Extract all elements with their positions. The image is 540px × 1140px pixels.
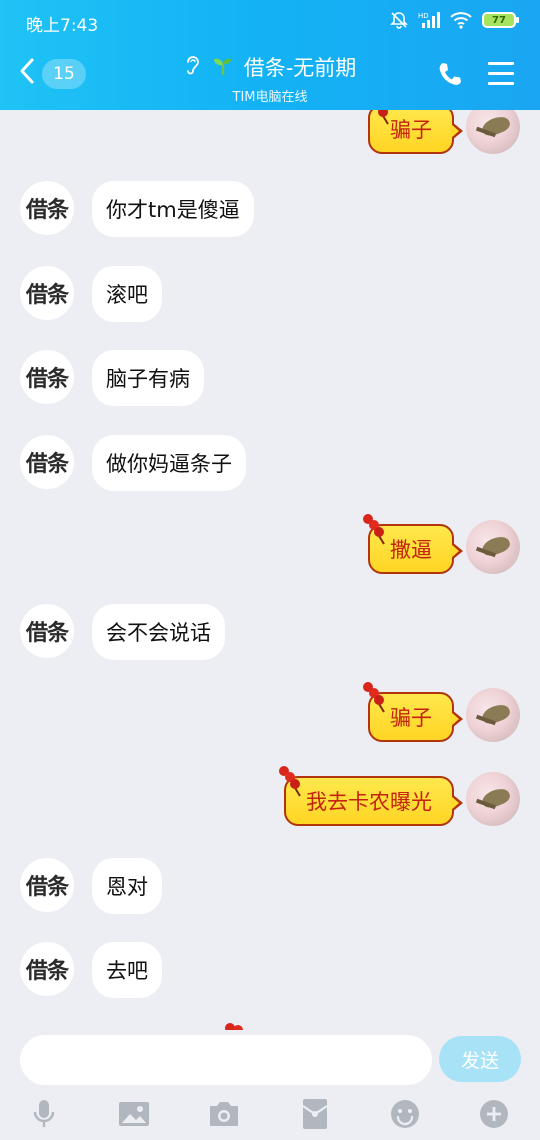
message-row-outgoing: 骗子 xyxy=(0,110,540,160)
image-icon[interactable] xyxy=(116,1096,152,1132)
candy-icon xyxy=(378,110,389,125)
message-list[interactable]: 骗子 借条 你才tm是傻逼 借条 滚吧 借条 脑子有病 借条 做你妈逼条子 撒逼… xyxy=(0,110,540,1030)
candy-icon xyxy=(279,766,301,797)
self-avatar[interactable] xyxy=(466,688,520,742)
mic-icon[interactable] xyxy=(26,1096,62,1132)
message-row-outgoing: 我去卡农曝光 xyxy=(0,766,540,832)
signal-icon: HD xyxy=(418,11,440,29)
self-avatar[interactable] xyxy=(466,520,520,574)
message-input[interactable] xyxy=(20,1035,432,1085)
menu-line xyxy=(488,82,514,85)
message-bubble-incoming[interactable]: 脑子有病 xyxy=(92,350,204,406)
message-bubble-incoming[interactable]: 滚吧 xyxy=(92,266,162,322)
message-text: 骗子 xyxy=(390,706,432,730)
message-text: 骗子 xyxy=(390,118,432,142)
menu-line xyxy=(488,72,514,75)
message-text: 会不会说话 xyxy=(106,621,211,645)
status-icons: HD 77 xyxy=(390,11,519,29)
message-text: 去吧 xyxy=(106,959,148,983)
message-text: 滚吧 xyxy=(106,283,148,307)
contact-avatar[interactable]: 借条 xyxy=(20,942,74,996)
message-row-outgoing: 撒逼 xyxy=(0,514,540,580)
message-row-incoming: 借条 做你妈逼条子 xyxy=(0,435,540,495)
emoji-icon[interactable] xyxy=(387,1096,423,1132)
message-text: 我去卡农曝光 xyxy=(306,790,432,814)
message-text: 做你妈逼条子 xyxy=(106,452,232,476)
svg-text:HD: HD xyxy=(418,12,429,20)
message-bubble-incoming[interactable]: 去吧 xyxy=(92,942,162,998)
message-bubble-incoming[interactable]: 会不会说话 xyxy=(92,604,225,660)
contact-avatar[interactable]: 借条 xyxy=(20,858,74,912)
candy-icon xyxy=(363,682,385,713)
battery-icon: 77 xyxy=(482,12,519,28)
mute-bell-icon xyxy=(390,11,408,29)
message-bubble-incoming[interactable]: 恩对 xyxy=(92,858,162,914)
message-text: 恩对 xyxy=(106,875,148,899)
status-time: 晚上7:43 xyxy=(26,16,99,36)
contact-avatar[interactable]: 借条 xyxy=(20,181,74,235)
message-row-incoming: 借条 滚吧 xyxy=(0,266,540,326)
candy-icon xyxy=(225,1023,243,1030)
message-row-outgoing: 骗子 xyxy=(0,682,540,748)
message-row-incoming: 借条 去吧 xyxy=(0,942,540,1002)
phone-icon xyxy=(436,63,464,92)
message-text: 撒逼 xyxy=(390,538,432,562)
red-packet-icon[interactable] xyxy=(297,1096,333,1132)
candy-icon xyxy=(363,514,385,545)
self-avatar[interactable] xyxy=(466,772,520,826)
composer-toolbar xyxy=(0,1090,540,1140)
contact-avatar[interactable]: 借条 xyxy=(20,350,74,404)
send-button[interactable]: 发送 xyxy=(439,1036,521,1082)
ear-icon[interactable] xyxy=(184,53,202,82)
nav-bar: 15 借条-无前期 TIM电脑在线 xyxy=(0,44,540,110)
message-bubble-outgoing[interactable]: 骗子 xyxy=(363,682,463,742)
camera-icon[interactable] xyxy=(206,1096,242,1132)
battery-level: 77 xyxy=(492,14,506,26)
message-row-incoming: 借条 恩对 xyxy=(0,858,540,918)
contact-avatar[interactable]: 借条 xyxy=(20,604,74,658)
page-title: 借条-无前期 xyxy=(243,56,357,80)
message-bubble-outgoing[interactable]: 撒逼 xyxy=(363,514,463,574)
message-text: 脑子有病 xyxy=(106,367,190,391)
message-bubble-outgoing[interactable]: 骗子 xyxy=(368,110,463,154)
composer: 发送 xyxy=(0,1030,540,1090)
chat-header: 晚上7:43 HD 77 15 借条-无前期 TIM电脑在线 xyxy=(0,0,540,110)
status-bar: 晚上7:43 HD 77 xyxy=(0,0,540,44)
sprout-icon xyxy=(212,54,234,81)
message-bubble-outgoing[interactable]: 我去卡农曝光 xyxy=(279,766,463,826)
wifi-icon xyxy=(450,11,472,29)
message-bubble-incoming[interactable]: 你才tm是傻逼 xyxy=(92,181,254,237)
menu-line xyxy=(488,62,514,65)
contact-avatar[interactable]: 借条 xyxy=(20,435,74,489)
menu-button[interactable] xyxy=(488,62,514,92)
plus-icon[interactable] xyxy=(476,1096,512,1132)
message-row-incoming: 借条 你才tm是傻逼 xyxy=(0,181,540,241)
message-text: 你才tm是傻逼 xyxy=(106,198,240,222)
self-avatar[interactable] xyxy=(466,110,520,154)
message-row-incoming: 借条 脑子有病 xyxy=(0,350,540,410)
contact-avatar[interactable]: 借条 xyxy=(20,266,74,320)
message-bubble-incoming[interactable]: 做你妈逼条子 xyxy=(92,435,246,491)
message-row-incoming: 借条 会不会说话 xyxy=(0,604,540,664)
phone-call-button[interactable] xyxy=(436,60,464,92)
